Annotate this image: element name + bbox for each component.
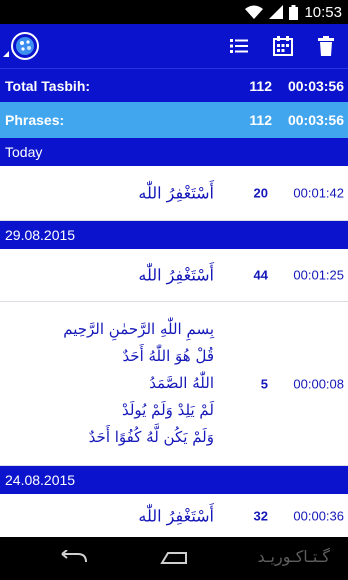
total-tasbih-row: Total Tasbih: 112 00:03:56 [0, 68, 348, 103]
wifi-icon [245, 5, 264, 19]
phrase-text-multiline: بِسمِ اللّٰهِ الرَّحمٰنِ الرَّحِيم قُلْ … [63, 316, 214, 451]
phrases-count: 112 [249, 112, 272, 128]
entry-time: 00:01:42 [293, 185, 344, 201]
status-time: 10:53 [304, 3, 342, 21]
total-time: 00:03:56 [287, 78, 344, 94]
date-header: Today [0, 138, 348, 166]
app-logo[interactable] [10, 31, 40, 61]
up-caret-icon[interactable] [3, 44, 9, 57]
phrase-text: أَسْتَغْفِرُ اللّٰه [138, 183, 214, 203]
phrase-line: لَمْ يَلِدْ وَلَمْ يُولَدْ [121, 401, 214, 419]
phrases-row[interactable]: Phrases: 112 00:03:56 [0, 102, 348, 138]
phrase-line: اللّٰهُ الصَّمَدُ [149, 374, 214, 392]
entry-time: 00:00:36 [293, 508, 344, 523]
tasbih-entry[interactable]: أَسْتَغْفِرُ اللّٰه 44 00:01:25 [0, 249, 348, 302]
phrase-line: بِسمِ اللّٰهِ الرَّحمٰنِ الرَّحِيم [63, 320, 214, 338]
phrase-text: أَسْتَغْفِرُ اللّٰه [138, 265, 214, 285]
home-icon[interactable] [154, 546, 194, 570]
list-icon[interactable] [226, 33, 252, 59]
battery-icon [289, 4, 299, 20]
date-header: 29.08.2015 [0, 221, 348, 249]
watermark-logo: گـتـاکـوریـد [257, 547, 330, 566]
tasbih-entry[interactable]: بِسمِ اللّٰهِ الرَّحمٰنِ الرَّحِيم قُلْ … [0, 302, 348, 466]
phrase-text: أَسْتَغْفِرُ اللّٰه [138, 506, 214, 525]
date-label: 29.08.2015 [5, 227, 76, 243]
phrases-time: 00:03:56 [287, 112, 344, 128]
phrase-line: قُلْ هُوَ اللّٰهُ أَحَدٌ [122, 347, 214, 365]
phrases-label: Phrases: [5, 112, 65, 128]
calendar-icon[interactable] [270, 33, 296, 59]
status-bar: 10:53 [0, 0, 348, 24]
phrase-line: وَلَمْ يَكُن لَّهُ كُفُوًا أَحَدٌ [88, 428, 214, 446]
app-bar [0, 24, 348, 68]
date-label: Today [5, 144, 43, 160]
total-count: 112 [249, 78, 272, 94]
entry-count: 5 [260, 376, 268, 391]
signal-icon [269, 5, 284, 19]
back-icon[interactable] [52, 546, 92, 570]
trash-icon[interactable] [313, 33, 339, 59]
entry-count: 44 [253, 267, 268, 283]
entry-count: 32 [253, 508, 268, 523]
date-label: 24.08.2015 [5, 472, 76, 488]
entry-time: 00:00:08 [293, 376, 344, 391]
entry-time: 00:01:25 [293, 267, 344, 283]
date-header: 24.08.2015 [0, 466, 348, 494]
total-label: Total Tasbih: [5, 78, 91, 94]
tasbih-entry[interactable]: أَسْتَغْفِرُ اللّٰه 32 00:00:36 [0, 494, 348, 537]
tasbih-entry[interactable]: أَسْتَغْفِرُ اللّٰه 20 00:01:42 [0, 166, 348, 221]
entry-count: 20 [253, 185, 268, 201]
